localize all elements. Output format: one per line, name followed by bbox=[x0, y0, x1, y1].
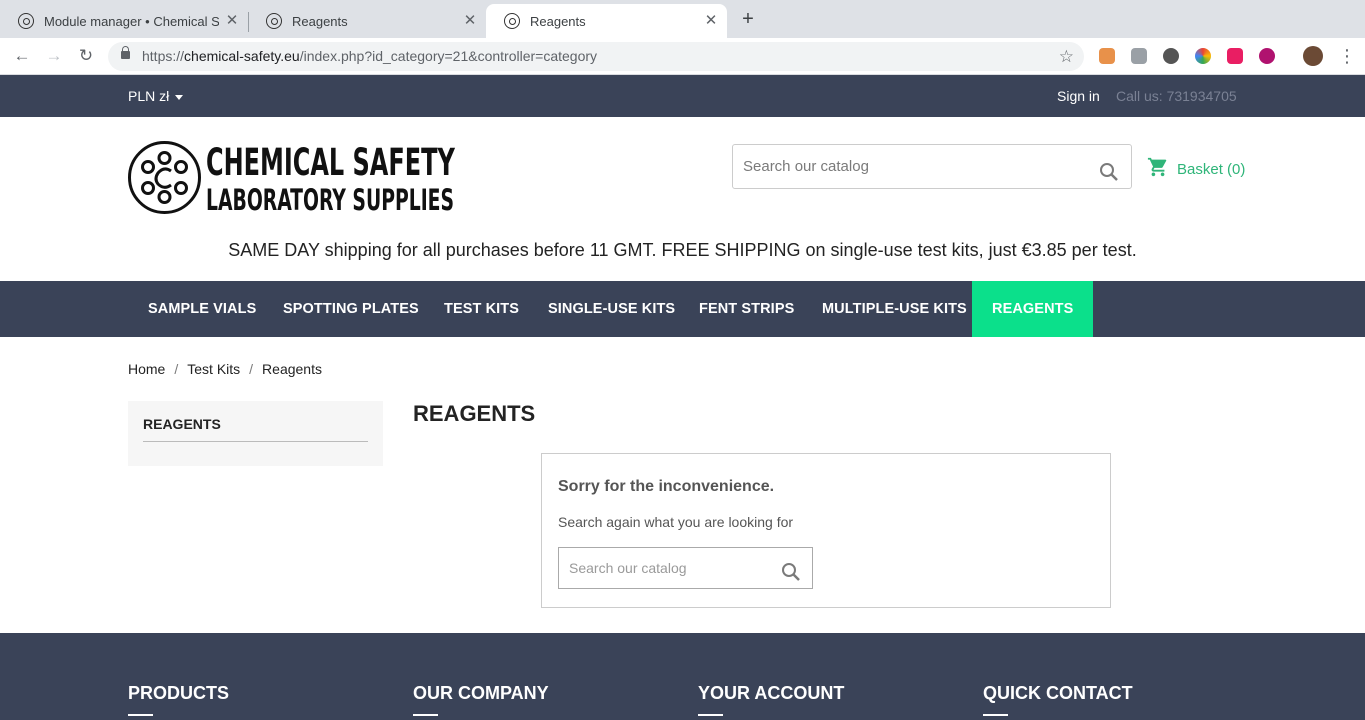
reload-icon[interactable]: ↻ bbox=[76, 46, 96, 66]
color-extension-icon[interactable] bbox=[1195, 48, 1211, 64]
currency-label: PLN zł bbox=[128, 88, 170, 104]
close-icon[interactable]: ✕ bbox=[703, 13, 719, 29]
forward-arrow-icon[interactable]: → bbox=[44, 46, 64, 66]
nav-item-fent-strips[interactable]: FENT STRIPS bbox=[699, 281, 794, 337]
browser-tab[interactable]: Reagents ✕ bbox=[248, 4, 486, 38]
search-placeholder: Search our catalog bbox=[569, 560, 687, 576]
shopping-cart-icon bbox=[1147, 156, 1169, 182]
divider bbox=[698, 714, 723, 716]
browser-menu-icon[interactable]: ⋮ bbox=[1338, 46, 1356, 66]
sign-in-link[interactable]: Sign in bbox=[1057, 88, 1100, 104]
logo-text-line1: CHEMICAL SAFETY bbox=[206, 141, 455, 184]
nav-item-spotting-plates[interactable]: SPOTTING PLATES bbox=[283, 281, 419, 337]
currency-selector[interactable]: PLN zł bbox=[128, 88, 184, 104]
lock-icon bbox=[121, 46, 130, 59]
close-icon[interactable]: ✕ bbox=[462, 13, 478, 29]
profile-avatar[interactable] bbox=[1303, 46, 1323, 66]
browser-toolbar: ← → ↻ https://chemical-safety.eu/index.p… bbox=[0, 38, 1365, 75]
favicon-icon bbox=[266, 13, 282, 29]
header-search-input[interactable]: Search our catalog bbox=[732, 144, 1132, 189]
not-found-heading: Sorry for the inconvenience. bbox=[558, 478, 775, 495]
nav-item-sample-vials[interactable]: SAMPLE VIALS bbox=[148, 281, 256, 337]
favicon-icon bbox=[504, 13, 520, 29]
shipping-promo-banner: SAME DAY shipping for all purchases befo… bbox=[228, 240, 1137, 260]
nav-item-single-use-kits[interactable]: SINGLE-USE KITS bbox=[548, 281, 675, 337]
footer-column-our-company: OUR COMPANY bbox=[413, 683, 549, 716]
footer-heading: PRODUCTS bbox=[128, 683, 230, 703]
browser-tab-bar: Module manager • Chemical Safety ✕ Reage… bbox=[0, 0, 1365, 38]
footer-column-products: PRODUCTS bbox=[128, 683, 230, 716]
sidebar-category-title[interactable]: REAGENTS bbox=[143, 416, 221, 432]
extension-icon[interactable] bbox=[1099, 48, 1115, 64]
logo-molecule-icon bbox=[128, 141, 201, 214]
footer-column-your-account: YOUR ACCOUNT bbox=[698, 683, 845, 716]
divider bbox=[413, 714, 438, 716]
extension-icon[interactable] bbox=[1227, 48, 1243, 64]
tab-title: Reagents bbox=[530, 13, 586, 29]
url-scheme: https:// bbox=[142, 48, 185, 64]
extension-icon[interactable] bbox=[1163, 48, 1179, 64]
footer-heading: YOUR ACCOUNT bbox=[698, 683, 845, 703]
page-title: REAGENTS bbox=[413, 401, 536, 426]
close-icon[interactable]: ✕ bbox=[224, 13, 240, 29]
breadcrumb-separator: / bbox=[249, 361, 254, 377]
tab-title: Module manager • Chemical Safety bbox=[44, 13, 219, 29]
favicon-icon bbox=[18, 13, 34, 29]
site-top-bar: PLN zł Sign in Call us: 731934705 bbox=[0, 75, 1365, 117]
tab-title: Reagents bbox=[292, 13, 348, 29]
category-sidebar: REAGENTS bbox=[128, 401, 383, 466]
address-bar[interactable]: https://chemical-safety.eu/index.php?id_… bbox=[108, 42, 1084, 71]
logo-text-line2: LABORATORY SUPPLIES bbox=[206, 183, 455, 217]
breadcrumb-separator: / bbox=[174, 361, 179, 377]
site-logo[interactable]: CHEMICAL SAFETY LABORATORY SUPPLIES bbox=[128, 141, 455, 217]
main-navigation: SAMPLE VIALS SPOTTING PLATES TEST KITS S… bbox=[0, 281, 1365, 337]
nav-item-test-kits[interactable]: TEST KITS bbox=[444, 281, 519, 337]
no-products-panel: Sorry for the inconvenience. Search agai… bbox=[541, 453, 1111, 608]
search-icon[interactable] bbox=[781, 557, 801, 597]
divider bbox=[128, 714, 153, 716]
footer-heading: OUR COMPANY bbox=[413, 683, 549, 703]
divider bbox=[983, 714, 1008, 716]
nav-item-reagents[interactable]: REAGENTS bbox=[972, 281, 1094, 337]
not-found-subtext: Search again what you are looking for bbox=[558, 514, 794, 530]
new-tab-button[interactable]: + bbox=[738, 9, 758, 29]
footer-column-quick-contact: QUICK CONTACT bbox=[983, 683, 1133, 716]
url-host: chemical-safety.eu bbox=[184, 48, 300, 64]
basket-link[interactable]: Basket (0) bbox=[1147, 156, 1245, 182]
browser-tab-active[interactable]: Reagents ✕ bbox=[486, 4, 727, 38]
search-placeholder: Search our catalog bbox=[743, 158, 869, 175]
search-icon[interactable] bbox=[1099, 156, 1119, 199]
basket-label: Basket (0) bbox=[1177, 160, 1246, 178]
back-arrow-icon[interactable]: ← bbox=[12, 46, 32, 66]
bookmark-star-icon[interactable]: ☆ bbox=[1059, 42, 1074, 71]
site-footer: PRODUCTS OUR COMPANY YOUR ACCOUNT QUICK … bbox=[0, 633, 1365, 720]
caret-down-icon bbox=[175, 94, 184, 100]
call-us-text: Call us: 731934705 bbox=[1116, 88, 1237, 104]
breadcrumb-test-kits[interactable]: Test Kits bbox=[187, 361, 240, 377]
breadcrumb-current[interactable]: Reagents bbox=[262, 361, 322, 377]
breadcrumb-home[interactable]: Home bbox=[128, 361, 165, 377]
url-path: /index.php?id_category=21&controller=cat… bbox=[299, 48, 598, 64]
nav-item-multiple-use-kits[interactable]: MULTIPLE-USE KITS bbox=[822, 281, 967, 337]
divider bbox=[143, 441, 368, 442]
footer-heading: QUICK CONTACT bbox=[983, 683, 1133, 703]
camera-extension-icon[interactable] bbox=[1131, 48, 1147, 64]
browser-tab[interactable]: Module manager • Chemical Safety ✕ bbox=[0, 4, 248, 38]
inline-search-input[interactable]: Search our catalog bbox=[558, 547, 813, 589]
breadcrumb: Home / Test Kits / Reagents bbox=[128, 361, 322, 377]
download-extension-icon[interactable] bbox=[1259, 48, 1275, 64]
